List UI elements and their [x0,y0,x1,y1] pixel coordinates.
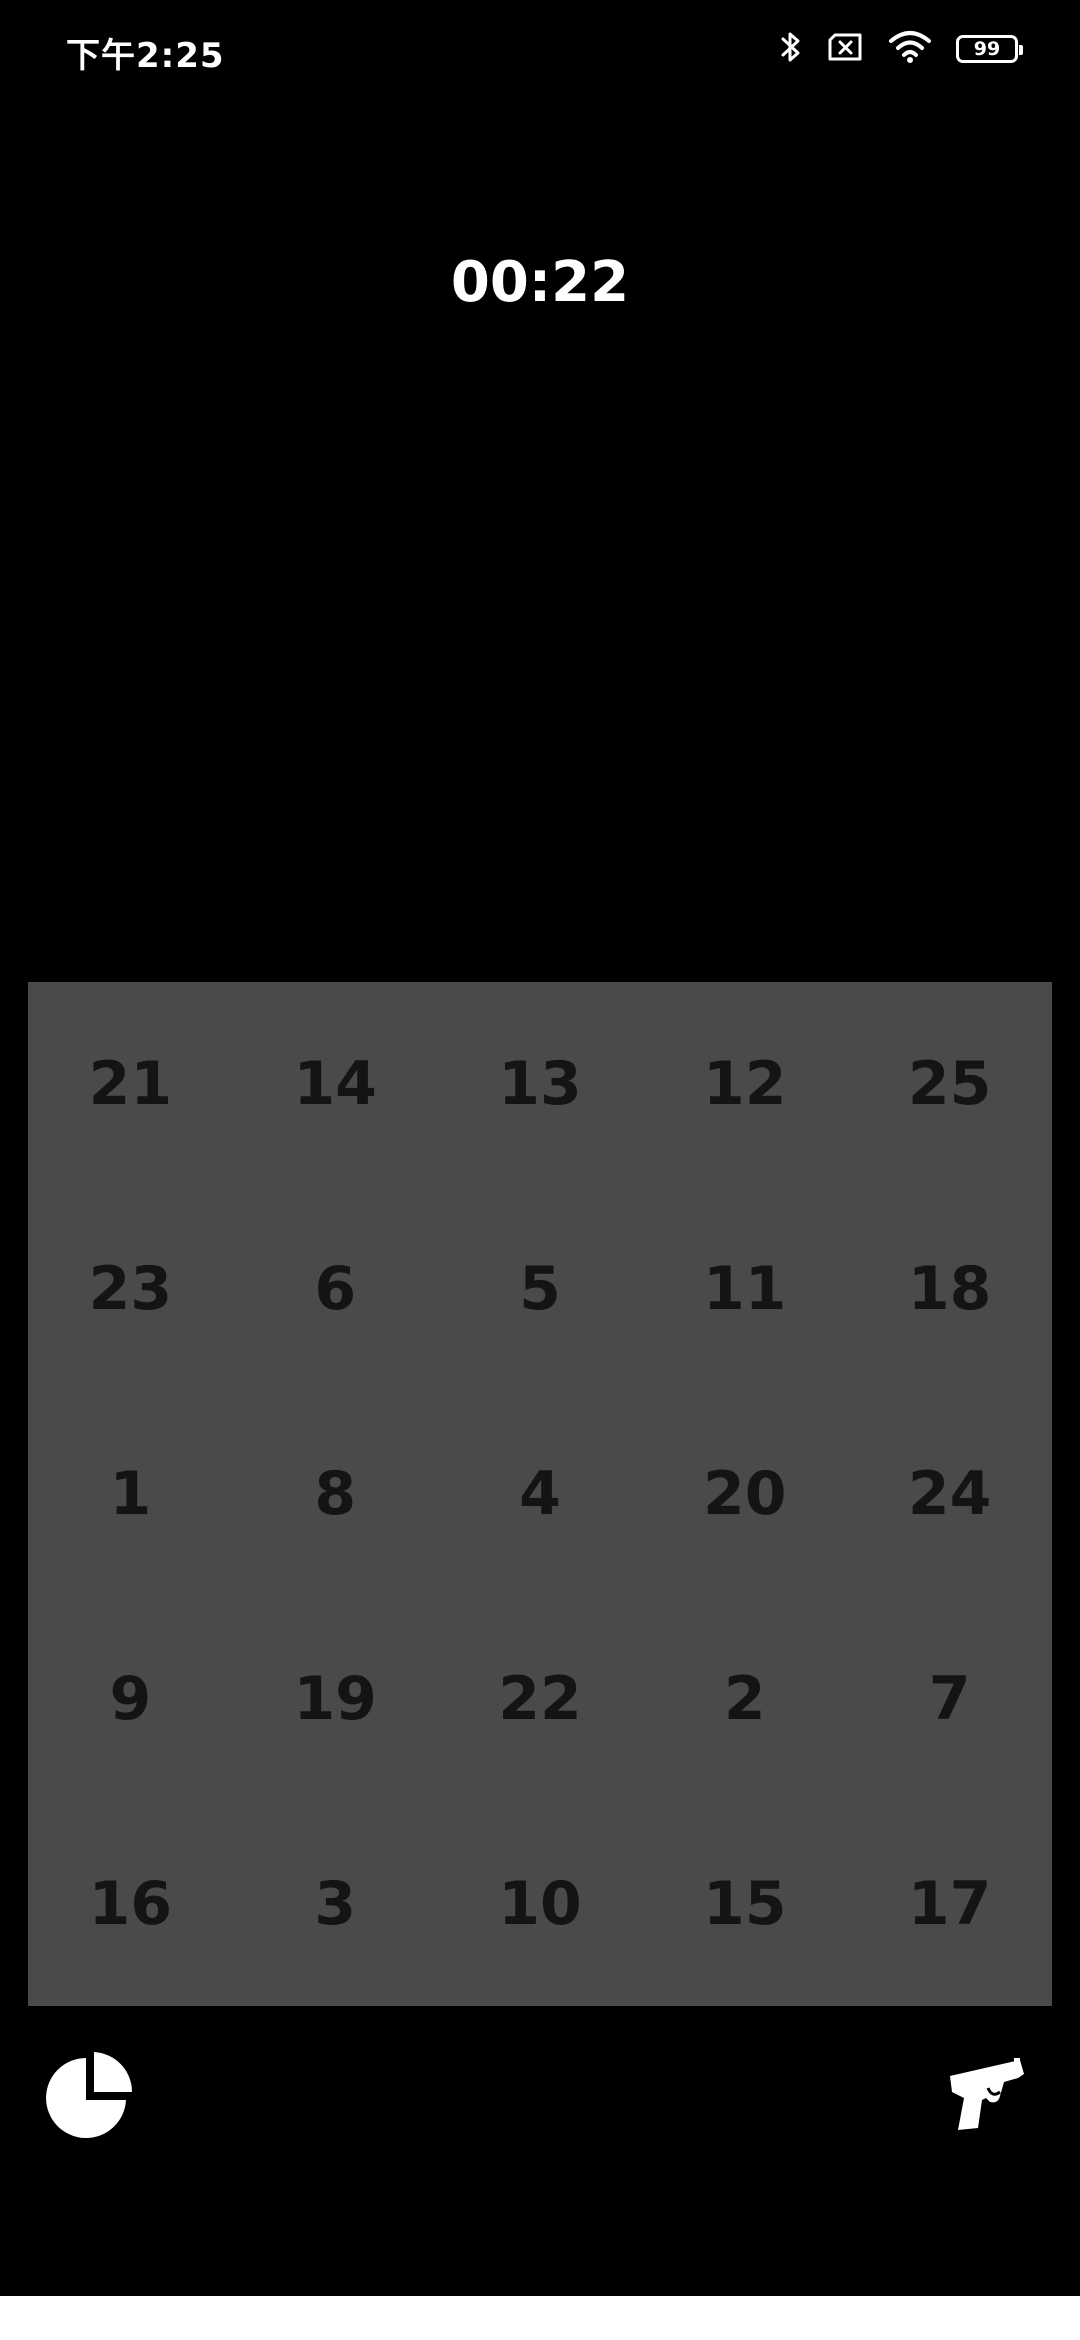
pistol-icon [944,2058,1030,2142]
grid-cell[interactable]: 16 [28,1801,233,2006]
grid-cell[interactable]: 1 [28,1392,233,1597]
grid-cell[interactable]: 18 [847,1187,1052,1392]
battery-level: 99 [973,38,1001,60]
sim-disabled-icon [826,33,864,66]
grid-cell[interactable]: 19 [233,1596,438,1801]
grid-cell[interactable]: 21 [28,982,233,1187]
status-icons: 99 [780,28,1023,70]
grid-cell[interactable]: 11 [642,1187,847,1392]
grid-cell[interactable]: 9 [28,1596,233,1801]
grid-cell[interactable]: 14 [233,982,438,1187]
number-grid: 21 14 13 12 25 23 6 5 11 18 1 8 4 20 24 … [28,982,1052,2006]
navigation-bar-strip [0,2296,1080,2340]
grid-cell[interactable]: 12 [642,982,847,1187]
pie-chart-icon [42,2052,138,2148]
grid-cell[interactable]: 24 [847,1392,1052,1597]
grid-cell[interactable]: 22 [438,1596,643,1801]
bluetooth-icon [780,29,802,70]
grid-cell[interactable]: 3 [233,1801,438,2006]
grid-cell[interactable]: 15 [642,1801,847,2006]
grid-cell[interactable]: 20 [642,1392,847,1597]
grid-cell[interactable]: 23 [28,1187,233,1392]
game-timer: 00:22 [450,250,630,315]
pistol-button[interactable] [944,2052,1030,2138]
grid-cell[interactable]: 7 [847,1596,1052,1801]
status-bar: 下午2:25 99 [0,0,1080,100]
wifi-icon [888,30,932,69]
status-time: 下午2:25 [66,36,225,76]
grid-cell[interactable]: 25 [847,982,1052,1187]
battery-icon: 99 [956,35,1023,63]
grid-cell[interactable]: 17 [847,1801,1052,2006]
grid-cell[interactable]: 6 [233,1187,438,1392]
grid-cell[interactable]: 13 [438,982,643,1187]
grid-cell[interactable]: 8 [233,1392,438,1597]
grid-cell[interactable]: 10 [438,1801,643,2006]
statistics-button[interactable] [42,2048,138,2144]
grid-cell[interactable]: 4 [438,1392,643,1597]
grid-cell[interactable]: 2 [642,1596,847,1801]
grid-cell[interactable]: 5 [438,1187,643,1392]
